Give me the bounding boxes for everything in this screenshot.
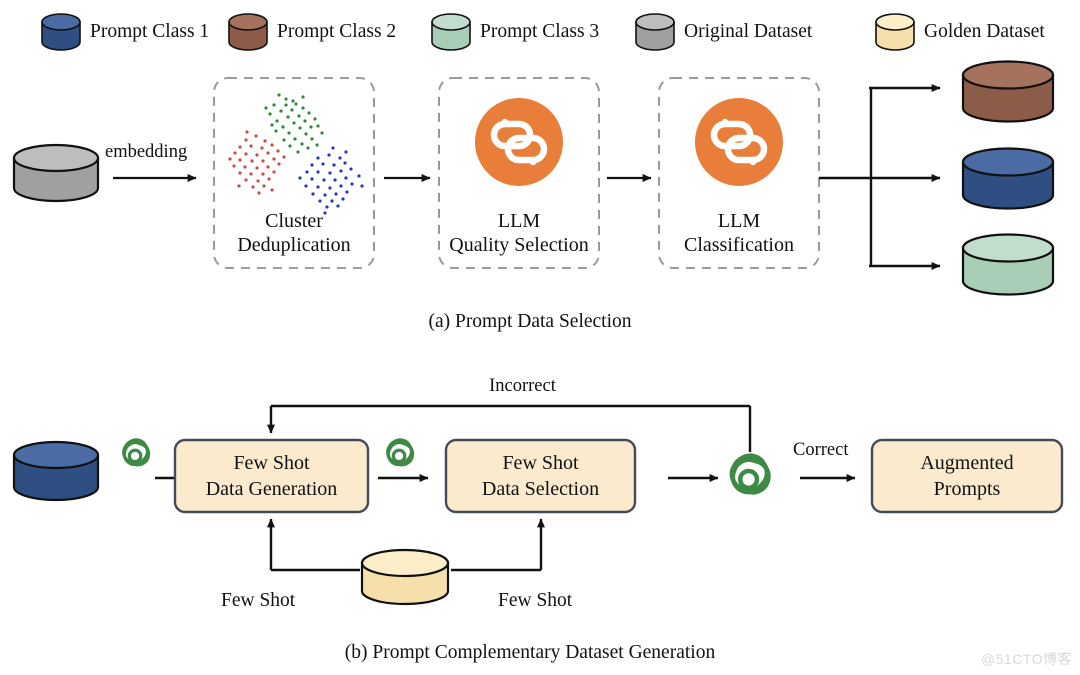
stage-label-cluster-dedup-line2: Deduplication [237,234,351,256]
watermark: @51CTO博客 [980,651,1072,667]
stage-label-llm-classification-line1: LLM [717,210,761,232]
box-label-augmented-line2: Prompts [933,478,1001,500]
legend-label-prompt-class-2: Prompt Class 2 [277,21,397,42]
legend-label-original-dataset: Original Dataset [684,21,813,42]
stage-label-cluster-dedup-line1: Cluster [265,210,323,232]
box-label-selection-line2: Data Selection [481,478,600,500]
legend-label-prompt-class-1: Prompt Class 1 [90,21,210,42]
edge-label-embedding: embedding [105,142,188,162]
stage-label-llm-quality-line2: Quality Selection [449,234,589,256]
stage-label-llm-classification-line2: Classification [684,234,794,256]
figure-root: Prompt Class 1 Prompt Class 2 Prompt Cla… [0,0,1080,675]
box-label-augmented-line1: Augmented [920,452,1014,474]
stage-label-llm-quality-line1: LLM [497,210,541,232]
caption-panel-b: (b) Prompt Complementary Dataset Generat… [344,642,716,663]
legend-label-prompt-class-3: Prompt Class 3 [480,21,600,42]
text-layer: Prompt Class 1 Prompt Class 2 Prompt Cla… [0,0,1080,675]
caption-panel-a: (a) Prompt Data Selection [428,311,632,332]
edge-label-correct: Correct [793,440,849,460]
box-label-generation-line2: Data Generation [205,478,338,500]
edge-label-few-shot-left: Few Shot [221,590,296,611]
edge-label-incorrect: Incorrect [489,376,556,396]
legend-label-golden-dataset: Golden Dataset [924,21,1045,42]
edge-label-few-shot-right: Few Shot [498,590,573,611]
box-label-generation-line1: Few Shot [233,452,310,474]
box-label-selection-line1: Few Shot [502,452,579,474]
